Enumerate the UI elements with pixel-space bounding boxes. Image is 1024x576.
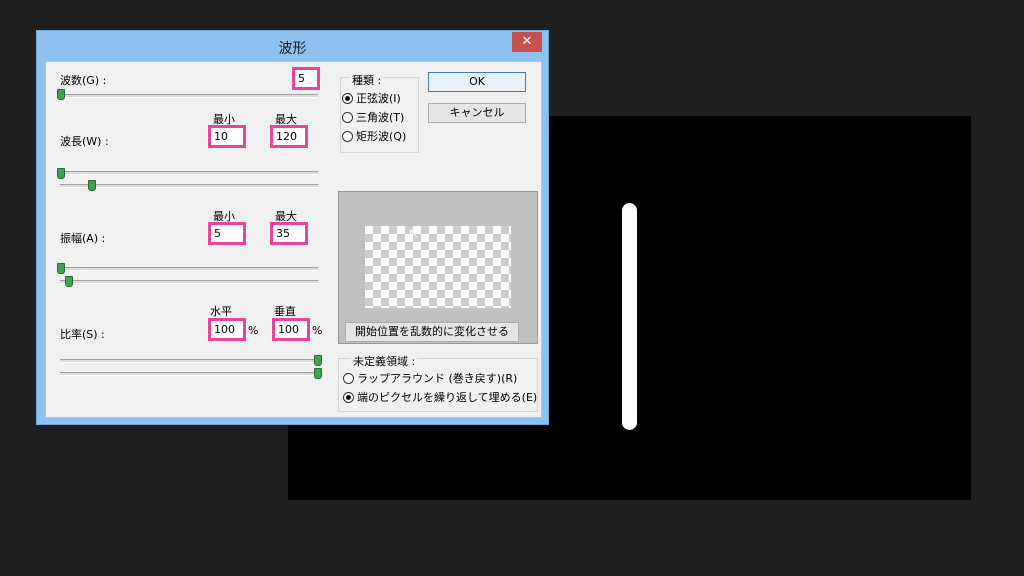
preview-transparency	[365, 226, 511, 308]
scale-vertical-heading: 垂直	[274, 305, 296, 318]
dialog-content: 波数(G) : 5 最小 最大 波長(W) : 10 120 最小 最大 振幅(…	[45, 61, 542, 418]
wave-type-title: 種類 :	[350, 72, 384, 88]
scale-horizontal-slider-thumb[interactable]	[314, 355, 322, 366]
canvas-white-shape	[622, 203, 637, 430]
radio-repeat-edge[interactable]: 端のピクセルを繰り返して埋める(E)	[343, 389, 537, 405]
wavelength-max-field[interactable]: 120	[270, 125, 308, 148]
undefined-area-title: 未定義領域 :	[351, 353, 418, 369]
radio-selected-icon	[342, 93, 353, 104]
radio-wraparound-label: ラップアラウンド (巻き戻す)(R)	[357, 372, 518, 385]
cancel-button[interactable]: キャンセル	[428, 103, 526, 123]
wave-count-field[interactable]: 5	[292, 67, 320, 90]
radio-sine[interactable]: 正弦波(I)	[342, 90, 401, 106]
wave-count-slider-thumb[interactable]	[57, 89, 65, 100]
amplitude-max-slider-track[interactable]	[60, 280, 318, 284]
amplitude-min-slider-track[interactable]	[60, 267, 318, 271]
scale-horizontal-field[interactable]: 100	[208, 318, 246, 341]
radio-triangle[interactable]: 三角波(T)	[342, 109, 404, 125]
close-icon[interactable]: ✕	[512, 32, 542, 52]
radio-square[interactable]: 矩形波(Q)	[342, 128, 406, 144]
radio-unselected-icon	[342, 112, 353, 123]
scale-vertical-slider-track[interactable]	[60, 372, 318, 376]
wave-count-label: 波数(G) :	[60, 74, 107, 87]
wavelength-min-field[interactable]: 10	[208, 125, 246, 148]
wavelength-max-slider-track[interactable]	[60, 184, 318, 188]
scale-vertical-slider-thumb[interactable]	[314, 368, 322, 379]
radio-unselected-icon	[343, 373, 354, 384]
radio-square-label: 矩形波(Q)	[356, 130, 407, 143]
preview-cursor-icon: ↖	[408, 226, 420, 242]
scale-label: 比率(S) :	[60, 328, 105, 341]
scale-vertical-field[interactable]: 100	[272, 318, 310, 341]
amplitude-label: 振幅(A) :	[60, 232, 106, 245]
scale-horizontal-slider-track[interactable]	[60, 359, 318, 363]
wavelength-min-slider-track[interactable]	[60, 171, 318, 175]
wave-dialog: 波形 ✕ 波数(G) : 5 最小 最大 波長(W) : 10 120 最小 最…	[36, 30, 549, 425]
ok-button[interactable]: OK	[428, 72, 526, 92]
amplitude-max-field[interactable]: 35	[270, 222, 308, 245]
scale-vertical-percent: %	[312, 324, 323, 337]
scale-horizontal-heading: 水平	[210, 305, 232, 318]
scale-horizontal-percent: %	[248, 324, 259, 337]
amplitude-min-slider-thumb[interactable]	[57, 263, 65, 274]
amplitude-max-slider-thumb[interactable]	[65, 276, 73, 287]
dialog-title: 波形	[278, 41, 307, 57]
radio-sine-label: 正弦波(I)	[356, 92, 401, 105]
wavelength-max-slider-thumb[interactable]	[88, 180, 96, 191]
radio-wraparound[interactable]: ラップアラウンド (巻き戻す)(R)	[343, 370, 517, 386]
randomize-button[interactable]: 開始位置を乱数的に変化させる	[345, 322, 519, 342]
title-bar[interactable]: 波形 ✕	[37, 31, 548, 61]
radio-unselected-icon	[342, 131, 353, 142]
radio-triangle-label: 三角波(T)	[356, 111, 405, 124]
wave-count-slider-track[interactable]	[60, 94, 318, 98]
wavelength-min-slider-thumb[interactable]	[57, 168, 65, 179]
amplitude-min-field[interactable]: 5	[208, 222, 246, 245]
radio-selected-icon	[343, 392, 354, 403]
wavelength-label: 波長(W) :	[60, 135, 109, 148]
radio-repeat-edge-label: 端のピクセルを繰り返して埋める(E)	[357, 391, 538, 404]
